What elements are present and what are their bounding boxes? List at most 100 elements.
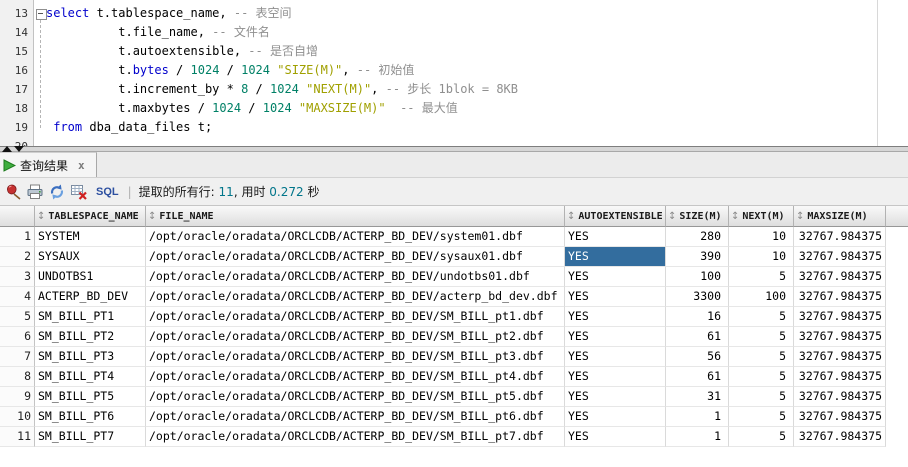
tab-query-result[interactable]: 查询结果 x [0,152,97,177]
cell-max[interactable]: 32767.984375 [794,427,886,447]
cell-size[interactable]: 61 [666,367,729,387]
cell-max[interactable]: 32767.984375 [794,267,886,287]
cell-max[interactable]: 32767.984375 [794,367,886,387]
cell-next[interactable]: 5 [729,387,794,407]
sql-editor[interactable]: 13select t.tablespace_name, -- 表空间14 t.f… [0,0,908,146]
cell-max[interactable]: 32767.984375 [794,387,886,407]
cell-ts[interactable]: ACTERP_BD_DEV [35,287,146,307]
row-number-cell[interactable]: 6 [0,327,35,347]
pushpin-icon[interactable] [4,183,22,201]
cell-ts[interactable]: SYSAUX [35,247,146,267]
code-line: 14 t.file_name, -- 文件名 [0,23,908,42]
cell-auto[interactable]: YES [565,287,666,307]
cell-ts[interactable]: SYSTEM [35,227,146,247]
cell-auto[interactable]: YES [565,427,666,447]
cell-auto[interactable]: YES [565,387,666,407]
column-header-maxsize-m-[interactable]: ↕MAXSIZE(M) [794,206,886,227]
cell-auto[interactable]: YES [565,247,666,267]
row-number-cell[interactable]: 3 [0,267,35,287]
cell-size[interactable]: 56 [666,347,729,367]
cell-file[interactable]: /opt/oracle/oradata/ORCLCDB/ACTERP_BD_DE… [146,347,565,367]
line-number: 18 [0,99,28,118]
cell-max[interactable]: 32767.984375 [794,347,886,367]
cell-file[interactable]: /opt/oracle/oradata/ORCLCDB/ACTERP_BD_DE… [146,307,565,327]
column-header-next-m-[interactable]: ↕NEXT(M) [729,206,794,227]
cell-next[interactable]: 100 [729,287,794,307]
cell-ts[interactable]: UNDOTBS1 [35,267,146,287]
cell-next[interactable]: 5 [729,407,794,427]
cell-next[interactable]: 10 [729,227,794,247]
row-number-cell[interactable]: 8 [0,367,35,387]
cell-auto[interactable]: YES [565,267,666,287]
row-number-cell[interactable]: 9 [0,387,35,407]
cell-file[interactable]: /opt/oracle/oradata/ORCLCDB/ACTERP_BD_DE… [146,247,565,267]
cell-size[interactable]: 390 [666,247,729,267]
cell-next[interactable]: 5 [729,307,794,327]
cell-size[interactable]: 3300 [666,287,729,307]
cell-next[interactable]: 5 [729,367,794,387]
column-header-autoextensible[interactable]: ↕AUTOEXTENSIBLE [565,206,666,227]
row-filler [886,287,908,307]
cell-auto[interactable]: YES [565,347,666,367]
cell-size[interactable]: 61 [666,327,729,347]
cell-size[interactable]: 31 [666,387,729,407]
cell-file[interactable]: /opt/oracle/oradata/ORCLCDB/ACTERP_BD_DE… [146,367,565,387]
row-number-cell[interactable]: 4 [0,287,35,307]
code-line: 15 t.autoextensible, -- 是否自增 [0,42,908,61]
cell-size[interactable]: 280 [666,227,729,247]
cell-next[interactable]: 5 [729,427,794,447]
row-number-cell[interactable]: 1 [0,227,35,247]
cell-auto[interactable]: YES [565,367,666,387]
sql-button[interactable]: SQL [96,186,119,198]
cell-ts[interactable]: SM_BILL_PT5 [35,387,146,407]
cell-max[interactable]: 32767.984375 [794,247,886,267]
column-header-size-m-[interactable]: ↕SIZE(M) [666,206,729,227]
cell-auto[interactable]: YES [565,407,666,427]
cell-auto[interactable]: YES [565,307,666,327]
clear-grid-icon[interactable] [70,183,88,201]
row-number-cell[interactable]: 2 [0,247,35,267]
cell-auto[interactable]: YES [565,227,666,247]
cell-ts[interactable]: SM_BILL_PT2 [35,327,146,347]
column-header-label: MAXSIZE(M) [807,211,867,222]
cell-max[interactable]: 32767.984375 [794,227,886,247]
cell-size[interactable]: 16 [666,307,729,327]
cell-file[interactable]: /opt/oracle/oradata/ORCLCDB/ACTERP_BD_DE… [146,327,565,347]
column-header-file-name[interactable]: ↕FILE_NAME [146,206,565,227]
cell-ts[interactable]: SM_BILL_PT4 [35,367,146,387]
cell-file[interactable]: /opt/oracle/oradata/ORCLCDB/ACTERP_BD_DE… [146,227,565,247]
cell-file[interactable]: /opt/oracle/oradata/ORCLCDB/ACTERP_BD_DE… [146,407,565,427]
row-number-cell[interactable]: 5 [0,307,35,327]
row-number-cell[interactable]: 11 [0,427,35,447]
cell-ts[interactable]: SM_BILL_PT7 [35,427,146,447]
cell-next[interactable]: 5 [729,327,794,347]
cell-max[interactable]: 32767.984375 [794,287,886,307]
cell-ts[interactable]: SM_BILL_PT6 [35,407,146,427]
column-header-label: AUTOEXTENSIBLE [578,211,662,222]
cell-size[interactable]: 1 [666,427,729,447]
refresh-icon[interactable] [48,183,66,201]
cell-max[interactable]: 32767.984375 [794,327,886,347]
cell-size[interactable]: 100 [666,267,729,287]
cell-auto[interactable]: YES [565,327,666,347]
cell-file[interactable]: /opt/oracle/oradata/ORCLCDB/ACTERP_BD_DE… [146,287,565,307]
cell-next[interactable]: 5 [729,267,794,287]
cell-max[interactable]: 32767.984375 [794,307,886,327]
cell-next[interactable]: 5 [729,347,794,367]
cell-file[interactable]: /opt/oracle/oradata/ORCLCDB/ACTERP_BD_DE… [146,387,565,407]
row-number-cell[interactable]: 7 [0,347,35,367]
tab-close-icon[interactable]: x [78,159,85,172]
row-filler [886,387,908,407]
cell-file[interactable]: /opt/oracle/oradata/ORCLCDB/ACTERP_BD_DE… [146,267,565,287]
cell-next[interactable]: 10 [729,247,794,267]
fold-collapse-icon[interactable] [36,9,47,20]
cell-file[interactable]: /opt/oracle/oradata/ORCLCDB/ACTERP_BD_DE… [146,427,565,447]
cell-ts[interactable]: SM_BILL_PT1 [35,307,146,327]
printer-icon[interactable] [26,183,44,201]
cell-ts[interactable]: SM_BILL_PT3 [35,347,146,367]
row-number-cell[interactable]: 10 [0,407,35,427]
row-number-header[interactable] [0,206,35,227]
column-header-tablespace-name[interactable]: ↕TABLESPACE_NAME [35,206,146,227]
cell-max[interactable]: 32767.984375 [794,407,886,427]
cell-size[interactable]: 1 [666,407,729,427]
